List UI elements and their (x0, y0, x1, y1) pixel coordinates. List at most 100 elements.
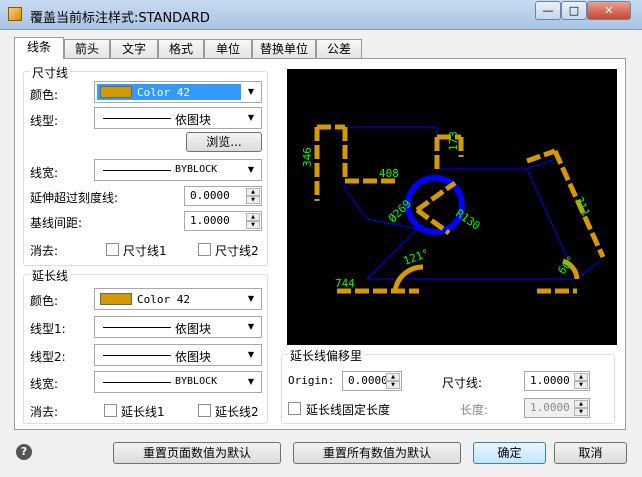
help-icon[interactable]: ? (16, 444, 32, 460)
extension-lines-group: 延长线 颜色: Color 42 ▼ 线型1: 依图块 ▼ 线型2: 依图块 ▼… (23, 267, 268, 424)
ext-lineweight-value: BYBLOCK (175, 376, 218, 387)
ext-linetype1-dropdown[interactable]: 依图块 ▼ (94, 316, 262, 338)
dim-lineweight-value: BYBLOCK (175, 164, 218, 175)
chevron-down-icon[interactable]: ▼ (244, 111, 258, 125)
dim-label-311: 311 (572, 195, 592, 219)
suppress-dimline1-label[interactable]: 尺寸线1 (123, 242, 167, 259)
lineweight-sample (103, 170, 171, 171)
origin-spinner[interactable]: 0.0000 ▲ ▼ (342, 371, 402, 391)
spin-down-icon[interactable]: ▼ (246, 221, 260, 229)
dim-color-label: 颜色: (30, 88, 59, 102)
ext-color-value: Color 42 (137, 293, 190, 306)
dimline-offset-label: 尺寸线: (442, 376, 483, 390)
baseline-spacing-spinner[interactable]: 1.0000 ▲ ▼ (184, 211, 262, 231)
minimize-button[interactable]: — (535, 1, 561, 20)
title-bar[interactable]: 覆盖当前标注样式:STANDARD — □ ✕ (0, 0, 642, 30)
spin-down-icon[interactable]: ▼ (574, 381, 588, 389)
dim-lineweight-dropdown[interactable]: BYBLOCK ▼ (94, 159, 262, 181)
dimline-offset-spinner[interactable]: 1.0000 ▲ ▼ (524, 371, 590, 391)
dim-label-408: 408 (379, 167, 399, 180)
tab-text[interactable]: 文字 (110, 39, 158, 58)
extend-beyond-ticks-value: 0.0000 (190, 189, 230, 202)
chevron-down-icon[interactable]: ▼ (244, 375, 258, 389)
tab-lines[interactable]: 线条 (14, 37, 64, 59)
spin-up-icon[interactable]: ▲ (386, 373, 400, 381)
ext-lineweight-dropdown[interactable]: BYBLOCK ▼ (94, 371, 262, 393)
fixed-length-checkbox[interactable] (288, 402, 301, 415)
cancel-button[interactable]: 取消 (554, 442, 627, 464)
app-icon (8, 7, 22, 21)
dimension-line (526, 148, 556, 164)
dim-color-dropdown[interactable]: Color 42 ▼ (94, 81, 262, 103)
spin-down-icon[interactable]: ▼ (574, 408, 588, 416)
suppress-dimline1-checkbox[interactable] (106, 243, 119, 256)
dim-suppress-label: 消去: (30, 244, 59, 258)
maximize-button[interactable]: □ (561, 1, 587, 20)
fixed-length-label[interactable]: 延长线固定长度 (306, 401, 390, 418)
spin-down-icon[interactable]: ▼ (246, 196, 260, 204)
linetype-sample (103, 355, 171, 356)
extend-beyond-ticks-spinner[interactable]: 0.0000 ▲ ▼ (184, 186, 262, 206)
spin-up-icon[interactable]: ▲ (574, 400, 588, 408)
chevron-down-icon[interactable]: ▼ (244, 85, 258, 99)
tab-arrows[interactable]: 箭头 (64, 39, 110, 58)
linetype-sample (103, 118, 171, 119)
spin-up-icon[interactable]: ▲ (246, 213, 260, 221)
ext-offset-group: 延长线偏移里 Origin: 0.0000 ▲ ▼ 尺寸线: 1.0000 ▲ … (281, 347, 615, 424)
dimline-offset-value: 1.0000 (530, 374, 570, 387)
length-label: 长度: (460, 403, 489, 417)
tab-format[interactable]: 格式 (158, 39, 204, 58)
geometry-line (576, 258, 603, 280)
browse-button[interactable]: 浏览... (186, 132, 262, 152)
dim-label-121deg: 121° (402, 247, 431, 268)
chevron-down-icon[interactable]: ▼ (244, 320, 258, 334)
group-title-ext-offset: 延长线偏移里 (288, 347, 365, 364)
suppress-ext2-label[interactable]: 延长线2 (215, 403, 259, 420)
ok-button[interactable]: 确定 (473, 442, 546, 464)
tab-tolerances[interactable]: 公差 (316, 39, 362, 58)
chevron-down-icon[interactable]: ▼ (244, 348, 258, 362)
suppress-ext1-checkbox[interactable] (104, 404, 117, 417)
dim-label-346: 346 (301, 147, 314, 167)
group-title-ext-lines: 延长线 (30, 267, 71, 284)
geometry-line (344, 188, 368, 220)
dim-linetype-dropdown[interactable]: 依图块 ▼ (94, 107, 262, 129)
baseline-spacing-label: 基线间距: (30, 216, 83, 230)
origin-label: Origin: (288, 374, 335, 387)
ext-linetype1-label: 线型1: (30, 322, 66, 336)
dim-label-173: 173 (447, 131, 460, 151)
baseline-spacing-value: 1.0000 (190, 214, 230, 227)
dim-linetype-value: 依图块 (175, 113, 212, 127)
dim-label-r130: R130 (453, 207, 482, 233)
suppress-dimline2-label[interactable]: 尺寸线2 (215, 242, 259, 259)
suppress-ext1-label[interactable]: 延长线1 (121, 403, 165, 420)
reset-page-button[interactable]: 重置页面数值为默认 (113, 442, 281, 464)
ext-color-dropdown[interactable]: Color 42 ▼ (94, 288, 262, 310)
suppress-ext2-checkbox[interactable] (198, 404, 211, 417)
close-button[interactable]: ✕ (587, 1, 631, 20)
color-swatch (100, 293, 132, 305)
ext-linetype2-value: 依图块 (175, 350, 212, 364)
chevron-down-icon[interactable]: ▼ (244, 292, 258, 306)
spin-up-icon[interactable]: ▲ (246, 188, 260, 196)
lineweight-sample (103, 382, 171, 383)
window-title: 覆盖当前标注样式:STANDARD (30, 11, 210, 26)
tab-units[interactable]: 单位 (204, 39, 252, 58)
reset-all-button[interactable]: 重置所有数值为默认 (293, 442, 461, 464)
spin-up-icon[interactable]: ▲ (574, 373, 588, 381)
preview-geometry (344, 126, 603, 280)
length-spinner[interactable]: 1.0000 ▲ ▼ (524, 398, 590, 418)
dimension-preview: 346 408 173 311 R130 Ø269 744 121° 60° (287, 69, 617, 345)
tab-alt-units[interactable]: 替换单位 (252, 39, 316, 58)
ext-lineweight-label: 线宽: (30, 377, 59, 391)
suppress-dimline2-checkbox[interactable] (198, 243, 211, 256)
spin-down-icon[interactable]: ▼ (386, 381, 400, 389)
origin-value: 0.0000 (348, 374, 388, 387)
chevron-down-icon[interactable]: ▼ (244, 163, 258, 177)
preview-drawing: 346 408 173 311 R130 Ø269 744 121° 60° (301, 124, 606, 294)
ext-linetype2-dropdown[interactable]: 依图块 ▼ (94, 344, 262, 366)
ext-linetype1-value: 依图块 (175, 322, 212, 336)
tab-panel-lines: 尺寸线 颜色: Color 42 ▼ 线型: 依图块 ▼ 浏览... 线宽: B… (14, 58, 626, 430)
dimension-line (415, 180, 457, 213)
ext-color-label: 颜色: (30, 294, 59, 308)
